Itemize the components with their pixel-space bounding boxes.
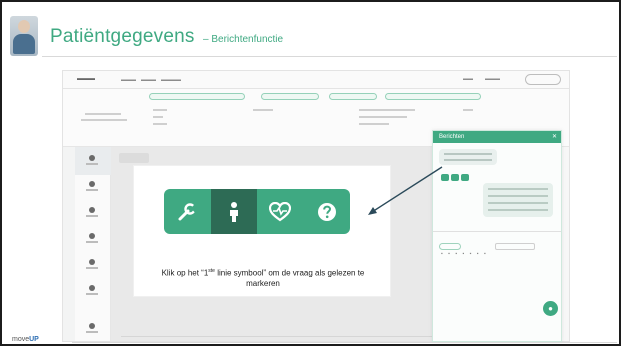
info-text-line (359, 123, 389, 125)
sidebar-item[interactable] (85, 259, 99, 269)
sidebar-item[interactable] (85, 181, 99, 191)
sidebar-item[interactable] (85, 155, 99, 165)
info-text-line (359, 116, 407, 118)
app-sidebar (75, 147, 111, 341)
wrench-icon (178, 202, 198, 220)
message-tag[interactable] (441, 174, 449, 181)
slide-title-main: Patiëntgegevens (50, 26, 195, 47)
app-top-right-item[interactable]: ▬▬ (463, 76, 473, 82)
chat-fab-button[interactable]: ● (543, 301, 558, 316)
info-text-line (153, 116, 163, 118)
info-status-bar (329, 93, 377, 100)
heart-pulse-button[interactable] (257, 189, 304, 234)
slide-title: Patiëntgegevens – Berichtenfunctie (50, 26, 283, 48)
avatar-head (18, 20, 30, 33)
info-text-line (153, 109, 167, 111)
slide: Patiëntgegevens – Berichtenfunctie ▬▬▬ ▬… (0, 0, 621, 346)
message-tag[interactable] (451, 174, 459, 181)
app-topbar: ▬▬▬ ▬▬▬ ▬▬▬ ▬▬▬▬ ▬▬ ▬▬▬ (63, 71, 569, 89)
app-user-button[interactable] (525, 74, 561, 85)
message-toolbar (439, 237, 557, 250)
app-menu-item[interactable]: ▬▬▬▬ (161, 77, 181, 83)
brand-suffix: UP (29, 336, 39, 343)
wrench-button[interactable] (164, 189, 211, 234)
info-status-bar (261, 93, 319, 100)
question-icon (317, 202, 336, 221)
info-text-line (359, 109, 415, 111)
info-text-line (85, 113, 121, 115)
outgoing-message-bubble (483, 183, 553, 217)
slide-title-subtitle: – Berichtenfunctie (203, 34, 284, 45)
app-menu-item[interactable]: ▬▬▬ (141, 77, 156, 83)
sidebar-item[interactable] (85, 207, 99, 217)
callout-text-suffix: linie symbool” om de vraag als gelezen t… (214, 268, 365, 278)
message-template-button[interactable] (439, 243, 461, 250)
message-format-toolbar[interactable]: ▪ ▪ ▪ ▪ ▪ ▪ ▪ (441, 251, 488, 257)
close-icon[interactable]: ✕ (552, 133, 557, 140)
message-panel-title: Berichten (439, 134, 465, 140)
sidebar-item[interactable] (85, 323, 99, 333)
presenter-avatar (10, 16, 38, 56)
question-button[interactable] (304, 189, 351, 234)
message-action-tags (441, 168, 471, 186)
callout-text-line2: markeren (246, 278, 280, 288)
message-divider (433, 231, 561, 232)
avatar-body (13, 34, 35, 54)
heart-pulse-icon (269, 201, 292, 221)
callout-text-sup: ste (208, 268, 215, 274)
person-icon (229, 201, 238, 222)
info-status-bar (385, 93, 481, 100)
message-line-toolbar (164, 189, 350, 234)
brand-logo: moveUP (12, 336, 39, 343)
info-status-bar (149, 93, 245, 100)
header-divider (42, 56, 617, 57)
callout-box: Klik op het “1ste linie symbool” om de v… (133, 165, 391, 297)
main-tab-strip (119, 153, 149, 163)
incoming-message-bubble (439, 149, 497, 165)
info-text-line (153, 123, 167, 125)
info-text-line (463, 109, 473, 111)
message-tag[interactable] (461, 174, 469, 181)
app-menu-item[interactable]: ▬▬▬ (121, 77, 136, 83)
footer-divider (72, 342, 617, 343)
person-button[interactable] (210, 189, 257, 234)
sidebar-item[interactable] (85, 233, 99, 243)
app-top-right-item[interactable]: ▬▬▬ (485, 76, 500, 82)
sidebar-item[interactable] (85, 285, 99, 295)
info-text-line (81, 119, 127, 121)
app-logo: ▬▬▬ (77, 76, 95, 82)
info-text-line (253, 109, 273, 111)
callout-instruction: Klik op het “1ste linie symbool” om de v… (140, 266, 386, 289)
main-bottom-divider (121, 336, 481, 337)
message-panel-header: Berichten ✕ (433, 131, 561, 143)
message-select[interactable] (495, 243, 535, 250)
callout-text-prefix: Klik op het “1 (161, 268, 209, 278)
brand-prefix: move (12, 336, 30, 343)
